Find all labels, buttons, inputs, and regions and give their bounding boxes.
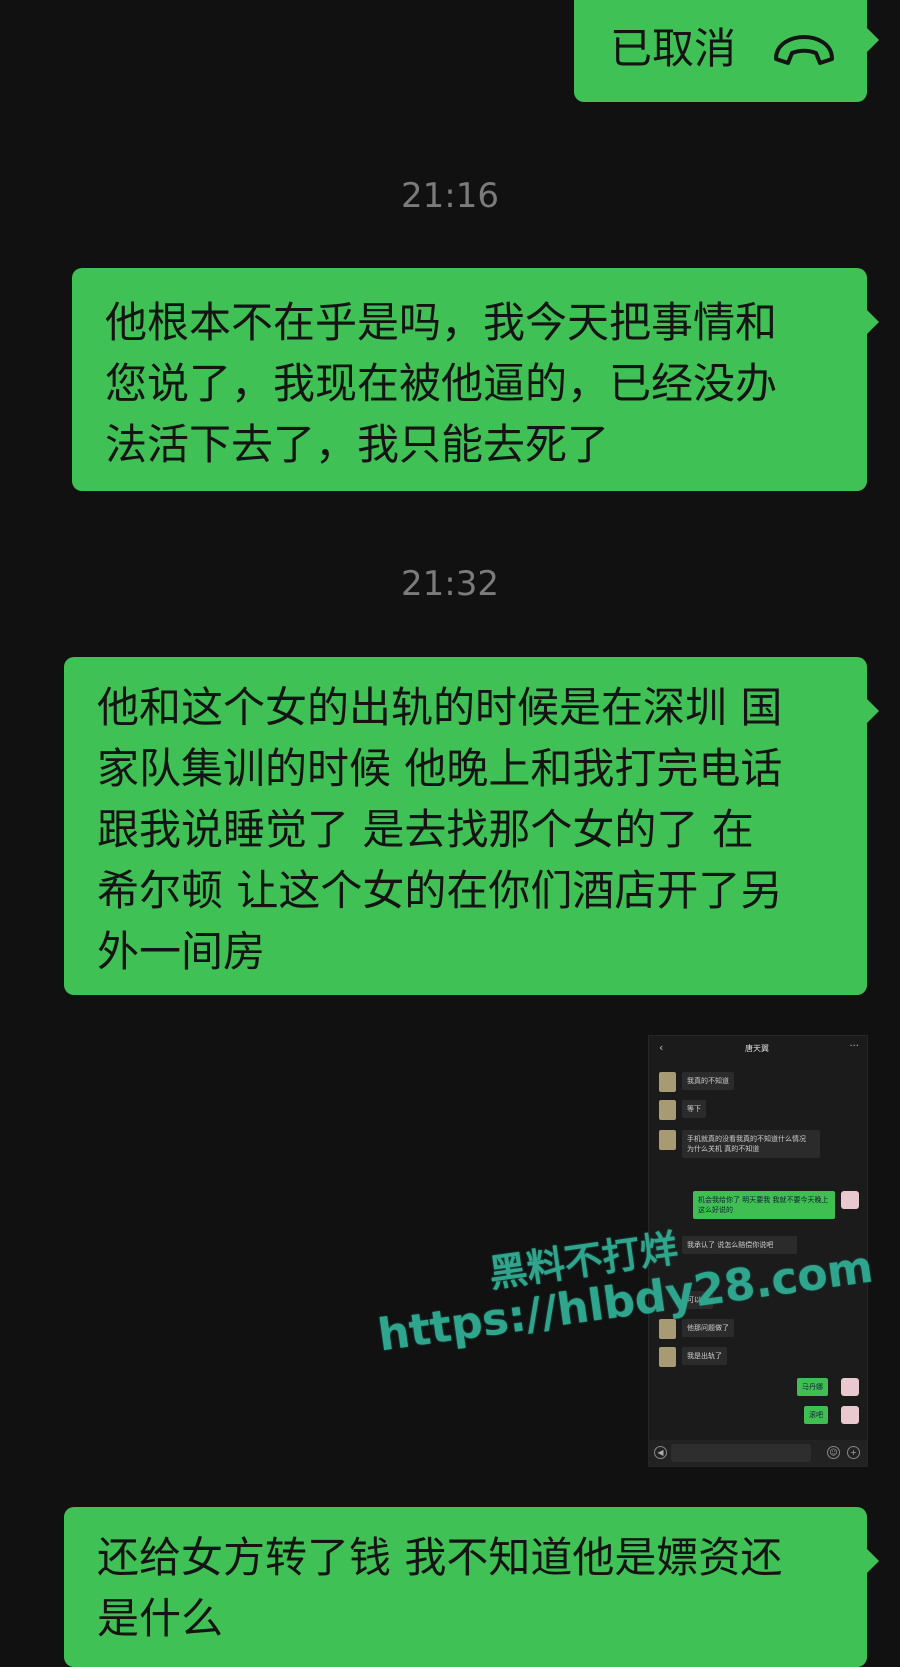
message-line: 是什么 [97, 1594, 224, 1643]
message-line: 家队集训的时候 他晚上和我打完电话 [97, 744, 783, 793]
screenshot-message: 我是出轨了 [682, 1347, 727, 1365]
screenshot-message: 等下 [682, 1100, 706, 1118]
message-bubble-4[interactable]: 还给女方转了钱 我不知道他是嫖资还 是什么 [64, 1507, 879, 1667]
screenshot-message-self: 滚吧 [804, 1406, 828, 1424]
self-avatar [841, 1378, 859, 1396]
message-bubble-2[interactable]: 他根本不在乎是吗，我今天把事情和 您说了，我现在被他逼的，已经没办 法活下去了，… [72, 268, 879, 491]
message-line: 他根本不在乎是吗，我今天把事情和 [105, 298, 778, 347]
screenshot-message: 我承认了 说怎么赔偿你说吧 [682, 1236, 797, 1254]
message-bubble-3[interactable]: 他和这个女的出轨的时候是在深圳 国 家队集训的时候 他晚上和我打完电话 跟我说睡… [64, 657, 879, 995]
screenshot-message-self: 马丹娜 [797, 1378, 828, 1396]
contact-avatar [659, 1100, 676, 1120]
screenshot-message-self: 机会我给你了 明天要我 我就不要今天晚上这么好说的 [693, 1191, 835, 1219]
back-icon: ‹ [659, 1041, 664, 1054]
contact-avatar [659, 1072, 676, 1092]
screenshot-message: 手机就真的没看我真的不知道什么情况 为什么关机 真的不知道 [682, 1130, 820, 1158]
self-avatar [841, 1406, 859, 1424]
self-avatar [841, 1191, 859, 1209]
voice-icon: ◀ [654, 1446, 667, 1459]
hangup-phone-icon [770, 24, 838, 85]
message-line: 跟我说睡觉了 是去找那个女的了 在 [97, 805, 754, 854]
message-line: 他和这个女的出轨的时候是在深圳 国 [97, 683, 783, 732]
message-line: 您说了，我现在被他逼的，已经没办 [105, 359, 778, 408]
screenshot-message: 他那问题做了 [682, 1319, 734, 1337]
screenshot-message: 我真的不知道 [682, 1072, 734, 1090]
more-icon: ··· [849, 1041, 859, 1052]
timestamp-1: 21:16 [401, 176, 499, 216]
call-cancelled-label: 已取消 [610, 24, 737, 73]
screenshot-header: ‹ 唐天翼 ··· [649, 1036, 867, 1060]
contact-avatar [659, 1130, 676, 1150]
message-line: 还给女方转了钱 我不知道他是嫖资还 [97, 1533, 783, 1582]
screenshot-contact-name: 唐天翼 [745, 1044, 769, 1053]
message-line: 希尔顿 让这个女的在你们酒店开了另 [97, 866, 783, 915]
emoji-icon: ☺ [827, 1446, 840, 1459]
timestamp-2: 21:32 [401, 564, 499, 604]
screenshot-input-box [671, 1444, 811, 1462]
message-line: 法活下去了，我只能去死了 [105, 420, 610, 469]
plus-icon: + [847, 1446, 860, 1459]
screenshot-input-bar: ◀ ☺ + [649, 1440, 867, 1466]
call-cancelled-bubble[interactable]: 已取消 [574, 0, 879, 102]
contact-avatar [659, 1347, 676, 1367]
message-line: 外一间房 [97, 927, 266, 976]
